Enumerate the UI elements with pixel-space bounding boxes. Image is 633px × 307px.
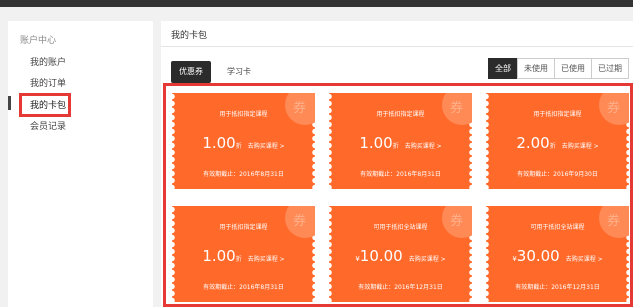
sidebar-item-my-account[interactable]: 我的账户 xyxy=(30,55,66,68)
filter-all[interactable]: 全部 xyxy=(488,58,518,79)
filter-used[interactable]: 已使用 xyxy=(554,58,592,79)
highlight-box-sidebar xyxy=(19,93,71,117)
status-filter-group: 全部 未使用 已使用 已过期 xyxy=(488,58,629,79)
sidebar-active-indicator xyxy=(8,96,11,110)
filter-unused[interactable]: 未使用 xyxy=(517,58,555,79)
sidebar-item-my-orders[interactable]: 我的订单 xyxy=(30,76,66,89)
tab-study-cards[interactable]: 学习卡 xyxy=(219,61,259,83)
tab-coupons[interactable]: 优惠券 xyxy=(171,61,211,83)
page-title: 我的卡包 xyxy=(171,31,208,41)
title-divider xyxy=(161,46,633,47)
sidebar-title: 账户中心 xyxy=(20,36,57,46)
sidebar: 账户中心 我的账户 我的订单 我的卡包 会员记录 xyxy=(8,21,153,307)
highlight-box-coupons xyxy=(163,83,633,307)
top-bar xyxy=(0,0,633,7)
filter-expired[interactable]: 已过期 xyxy=(591,58,629,79)
sidebar-item-member-records[interactable]: 会员记录 xyxy=(30,119,66,132)
